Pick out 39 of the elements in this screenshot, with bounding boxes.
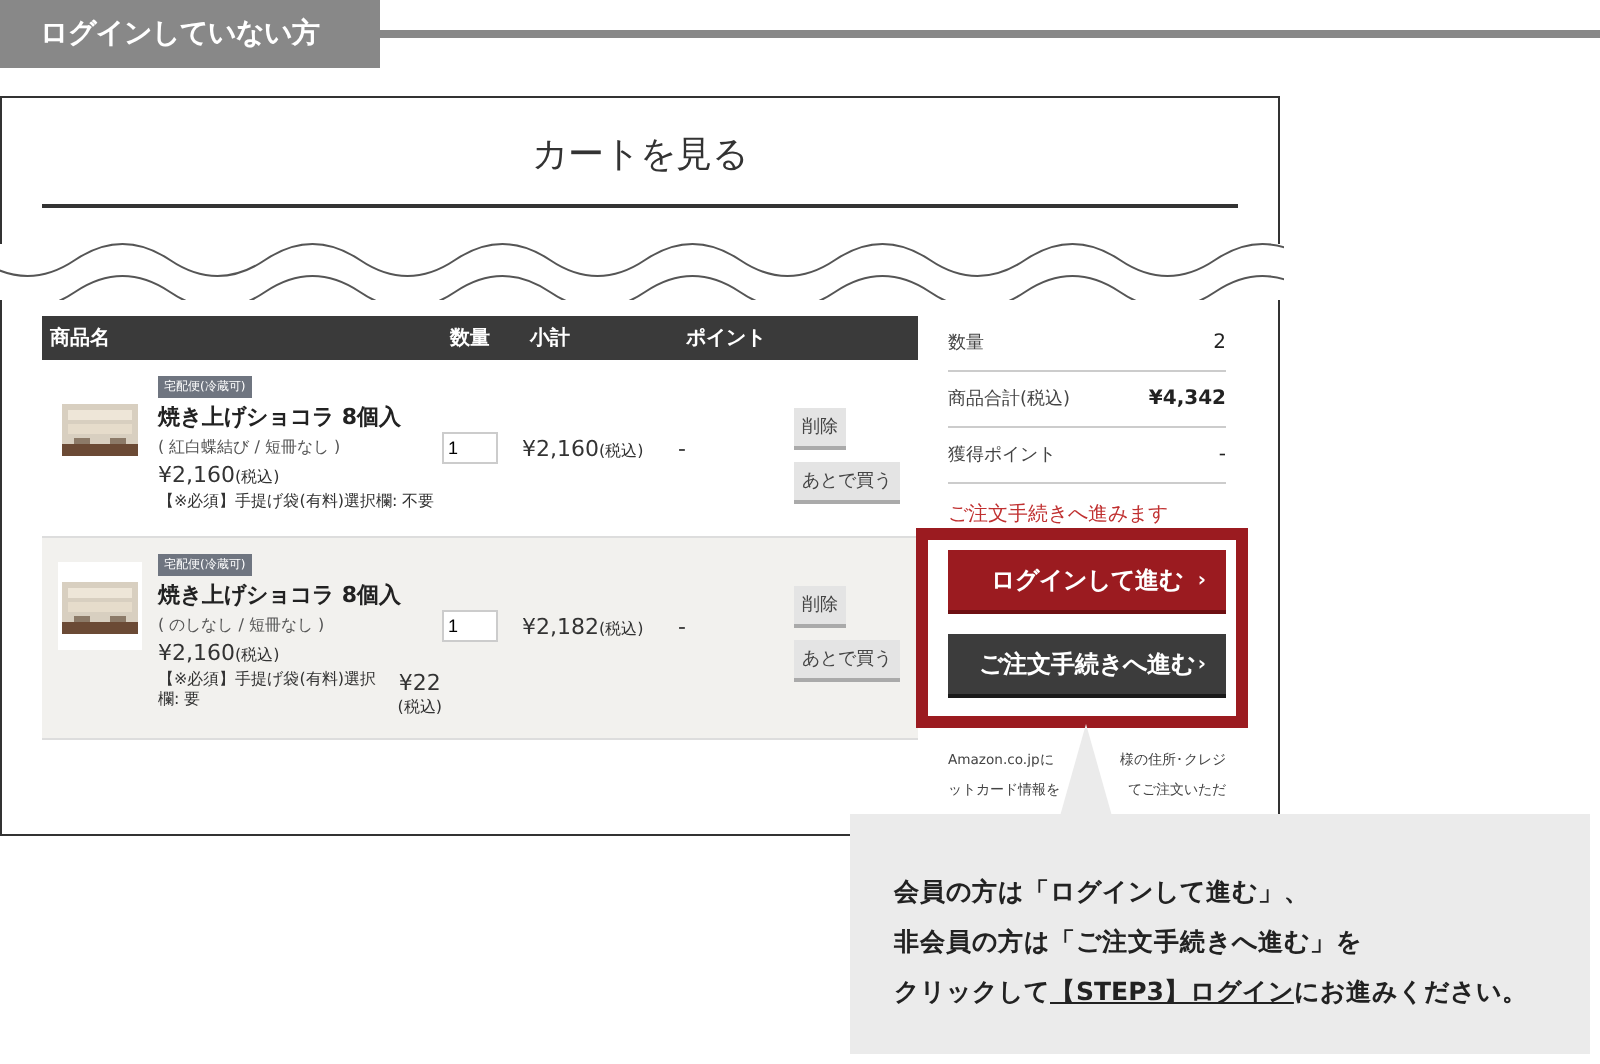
product-options: ( のしなし / 短冊なし ) (158, 614, 442, 636)
summary-label: 数量 (948, 331, 984, 356)
column-header: 商品名 (48, 324, 112, 352)
bag-price: ¥22 (税込) (397, 670, 442, 718)
product-name: 焼き上げショコラ 8個入 (158, 402, 403, 432)
guest-checkout-button[interactable]: ご注文手続きへ進む› (948, 634, 1226, 698)
column-header: ポイント (684, 326, 768, 352)
column-header: 数量 (447, 325, 492, 352)
quantity-field[interactable]: 1 (442, 610, 498, 642)
product-options: ( 紅白蝶結び / 短冊なし ) (158, 436, 442, 458)
summary-value: ¥4,342 (1148, 388, 1226, 410)
points: - (678, 436, 688, 466)
page-title: カートを見る (530, 132, 750, 180)
delete-button[interactable]: 削除 (794, 408, 846, 450)
summary-label: 獲得ポイント (948, 443, 1056, 468)
quantity-field[interactable]: 1 (442, 432, 498, 464)
summary-label: 商品合計(税込) (948, 387, 1071, 412)
summary-value: - (1218, 444, 1226, 466)
callout-text: クリックして (894, 976, 1050, 1006)
points: - (678, 614, 688, 644)
login-button[interactable]: ログインして進む › (948, 550, 1226, 614)
section-tag: ログインしていない方 (0, 0, 380, 68)
callout-text: 会員の方は「ログインして進む」、 (894, 876, 1310, 906)
column-header: 小計 (527, 325, 572, 352)
product-name: 焼き上げショコラ 8個入 (158, 580, 403, 610)
product-price: ¥2,160(税込) (158, 640, 282, 666)
bag-note: 【※必須】手提げ袋(有料)選択欄: 不要 (158, 492, 437, 513)
summary-value: 2 (1213, 332, 1226, 354)
bag-note: 【※必須】手提げ袋(有料)選択欄: 要 (158, 670, 378, 712)
delete-button[interactable]: 削除 (794, 586, 846, 628)
subtotal: ¥2,160(税込) (522, 436, 646, 466)
checkout-notice: ご注文手続きへ進みます (948, 501, 1170, 528)
callout-text: 非会員の方は「ご注文手続きへ進む」を (894, 926, 1362, 956)
callout-text: にお進みください。 (1293, 976, 1528, 1006)
step3-link[interactable]: 【STEP3】ログイン (1050, 976, 1294, 1006)
save-for-later-button[interactable]: あとで買う (794, 462, 900, 504)
save-for-later-button[interactable]: あとで買う (794, 640, 900, 682)
subtotal: ¥2,182(税込) (522, 614, 646, 644)
product-price: ¥2,160(税込) (158, 462, 282, 488)
